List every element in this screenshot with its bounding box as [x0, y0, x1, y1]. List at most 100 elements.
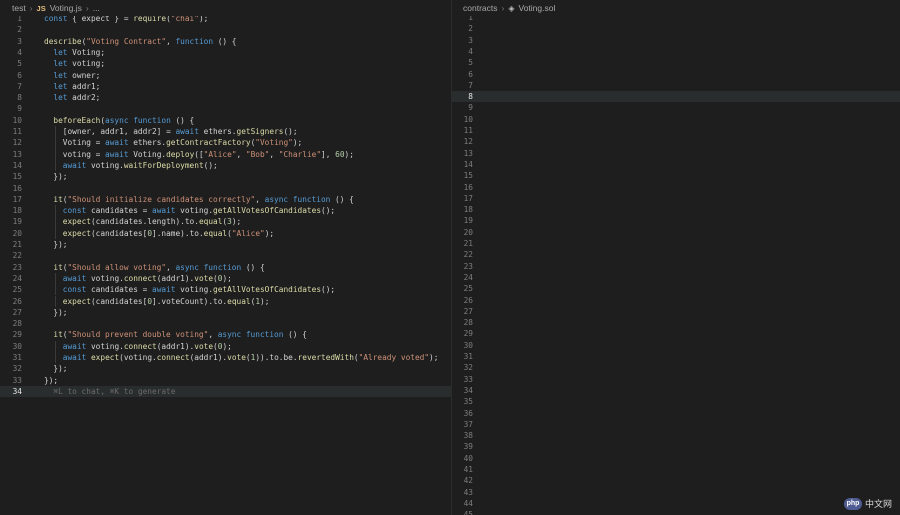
code-line[interactable]: 29 it("Should prevent double voting", asy…	[0, 329, 451, 340]
code-line[interactable]: 43	[451, 487, 900, 498]
breadcrumb-symbols[interactable]: ...	[93, 3, 100, 13]
breadcrumb-right: contracts › ◈ Voting.sol	[451, 0, 900, 16]
code-line[interactable]: 14uint256 public votingStart;	[451, 159, 900, 170]
code-line[interactable]: 26 expect(candidates[0].voteCount).to.equ…	[0, 296, 451, 307]
code-line[interactable]: 14 await voting.waitForDeployment();	[0, 160, 451, 171]
code-line[interactable]: 31 await expect(voting.connect(addr1).vot…	[0, 352, 451, 363]
line-number: 26	[12, 296, 22, 306]
code-line[interactable]: 10	[451, 114, 900, 125]
code-line[interactable]: 10 beforeEach(async function () {	[0, 115, 451, 126]
code-token: let	[53, 70, 68, 80]
breadcrumb-file[interactable]: Voting.sol	[519, 3, 556, 13]
code-line[interactable]: 7 let addr1;	[0, 81, 451, 92]
code-line[interactable]: 30 await voting.connect(addr1).vote(0);	[0, 341, 451, 352]
code-line[interactable]: 42}	[451, 475, 900, 486]
code-line[interactable]: 44function vote(uint256 _candidateId) ex…	[451, 498, 900, 509]
code-line[interactable]: 13 voting = await Voting.deploy(["Alice",…	[0, 149, 451, 160]
editor-pane-left[interactable]: test › JS Voting.js › ... 1 const { expec…	[0, 0, 451, 515]
code-line[interactable]: 21}	[451, 238, 900, 249]
editor-pane-right[interactable]: 1// SPDX-License-Identifier: MIT2pragma …	[451, 0, 900, 515]
code-line[interactable]: 3	[451, 35, 900, 46]
code-line[interactable]: 32});	[0, 363, 451, 374]
code-line[interactable]: 17 it("Should initialize candidates corre…	[0, 194, 451, 205]
code-token: ,	[255, 194, 265, 204]
code-line[interactable]: 16	[0, 183, 451, 194]
code-line[interactable]: 11 [owner, addr1, addr2] = await ethers.g…	[0, 126, 451, 137]
code-line[interactable]: 19 expect(candidates.length).to.equal(3);	[0, 216, 451, 227]
code-line[interactable]: 3 describe("Voting Contract", function ()…	[0, 36, 451, 47]
code-line[interactable]: 22	[451, 249, 900, 260]
code-line[interactable]: 6uint256 id;	[451, 69, 900, 80]
code-line[interactable]: 12 Voting = await ethers.getContractFacto…	[0, 137, 451, 148]
code-line[interactable]: 5struct Candidate {	[451, 57, 900, 68]
code-line[interactable]: 23 it("Should allow voting", async functi…	[0, 262, 451, 273]
code-line[interactable]: 41}	[451, 464, 900, 475]
code-line[interactable]: 18modifier onlyOwner() {	[451, 204, 900, 215]
code-line[interactable]: 27}	[451, 306, 900, 317]
code-line[interactable]: 20 expect(candidates[0].name).to.equal("A…	[0, 228, 451, 239]
code-line[interactable]: 40}));	[451, 453, 900, 464]
code-line[interactable]: 4contract Voting {	[451, 46, 900, 57]
code-line[interactable]: 28	[0, 318, 451, 329]
code-line[interactable]: 30owner = msg.sender;	[451, 340, 900, 351]
pane-divider[interactable]	[451, 0, 452, 515]
code-token: ,	[236, 149, 246, 159]
breadcrumb-file[interactable]: Voting.js	[50, 3, 82, 13]
code-line[interactable]: 8uint256 voteCount;	[451, 91, 900, 103]
code-line[interactable]: 20_;	[451, 227, 900, 238]
code-line[interactable]: 31votingStart = block.timestamp;	[451, 351, 900, 362]
code-line[interactable]: 17	[451, 193, 900, 204]
breadcrumb-folder[interactable]: contracts	[463, 3, 498, 13]
code-line[interactable]: 24 await voting.connect(addr1).vote(0);	[0, 273, 451, 284]
code-line[interactable]: 6 let owner;	[0, 70, 451, 81]
code-line[interactable]: 9}	[451, 102, 900, 113]
code-line[interactable]: 26_;	[451, 295, 900, 306]
code-line[interactable]: 9	[0, 103, 451, 114]
code-line[interactable]: 39voteCount: 0	[451, 441, 900, 452]
code-line[interactable]: 5 let voting;	[0, 58, 451, 69]
code-line[interactable]: 37id: i,	[451, 419, 900, 430]
code-token: let	[53, 59, 68, 69]
code-line[interactable]: 33});	[0, 375, 451, 386]
code-line[interactable]: 32votingEnd = votingStart + (_durationIn…	[451, 362, 900, 373]
indent-guide	[55, 227, 57, 239]
code-token: voting;	[67, 59, 106, 69]
code-line[interactable]: 21});	[0, 239, 451, 250]
breadcrumb-folder[interactable]: test	[12, 3, 26, 13]
code-line[interactable]: 36candidates.push(Candidate({	[451, 408, 900, 419]
code-line[interactable]: 18 const candidates = await voting.getAll…	[0, 205, 451, 216]
line-number: 10	[463, 114, 473, 124]
code-line[interactable]: 16bool public electionStarted;	[451, 182, 900, 193]
code-line[interactable]: 33electionStarted = true;	[451, 374, 900, 385]
code-line[interactable]: 29constructor(string[] memory _candidate…	[451, 328, 900, 339]
code-line[interactable]: 22	[0, 250, 451, 261]
code-line[interactable]: 34	[451, 385, 900, 396]
code-line[interactable]: 12mapping(address => bool) public voters…	[451, 136, 900, 147]
code-line[interactable]: 28	[451, 317, 900, 328]
code-line[interactable]: 2pragma solidity ^0.8.0;	[451, 23, 900, 34]
code-token: expect	[62, 296, 91, 306]
code-line[interactable]: 38name: _candidateNames[i],	[451, 430, 900, 441]
code-text: describe("Voting Contract", function () …	[44, 36, 237, 47]
code-line[interactable]: 45require(!voters[msg.sender], "Already …	[451, 509, 900, 515]
code-line[interactable]: 15uint256 public votingEnd;	[451, 170, 900, 181]
code-line[interactable]: 23modifier electionOngoing() {	[451, 261, 900, 272]
code-line[interactable]: 25require(block.timestamp >= votingStart…	[451, 283, 900, 294]
code-line[interactable]: 24require(electionStarted, "No election …	[451, 272, 900, 283]
code-token: });	[53, 364, 68, 374]
code-line[interactable]: 34 ⌘L to chat, ⌘K to generate	[0, 385, 451, 398]
code-token: );	[344, 149, 354, 159]
code-line[interactable]: 19require(msg.sender == owner, "Not the …	[451, 215, 900, 226]
code-line[interactable]: 8 let addr2;	[0, 92, 451, 103]
code-line[interactable]: 11address public owner;	[451, 125, 900, 136]
code-line[interactable]: 13Candidate[] public candidates;	[451, 148, 900, 159]
code-line[interactable]: 25 const candidates = await voting.getAll…	[0, 284, 451, 295]
code-line[interactable]: 7string name;	[451, 80, 900, 91]
code-line[interactable]: 27});	[0, 307, 451, 318]
code-line[interactable]: 2	[0, 24, 451, 35]
code-token: (candidates.length).to.	[90, 217, 199, 227]
code-line[interactable]: 4 let Voting;	[0, 47, 451, 58]
code-text: await voting.connect(addr1).vote(0);	[63, 341, 232, 352]
code-line[interactable]: 15});	[0, 171, 451, 182]
code-line[interactable]: 35for (uint256 i = 0; i < _candidateName…	[451, 396, 900, 407]
